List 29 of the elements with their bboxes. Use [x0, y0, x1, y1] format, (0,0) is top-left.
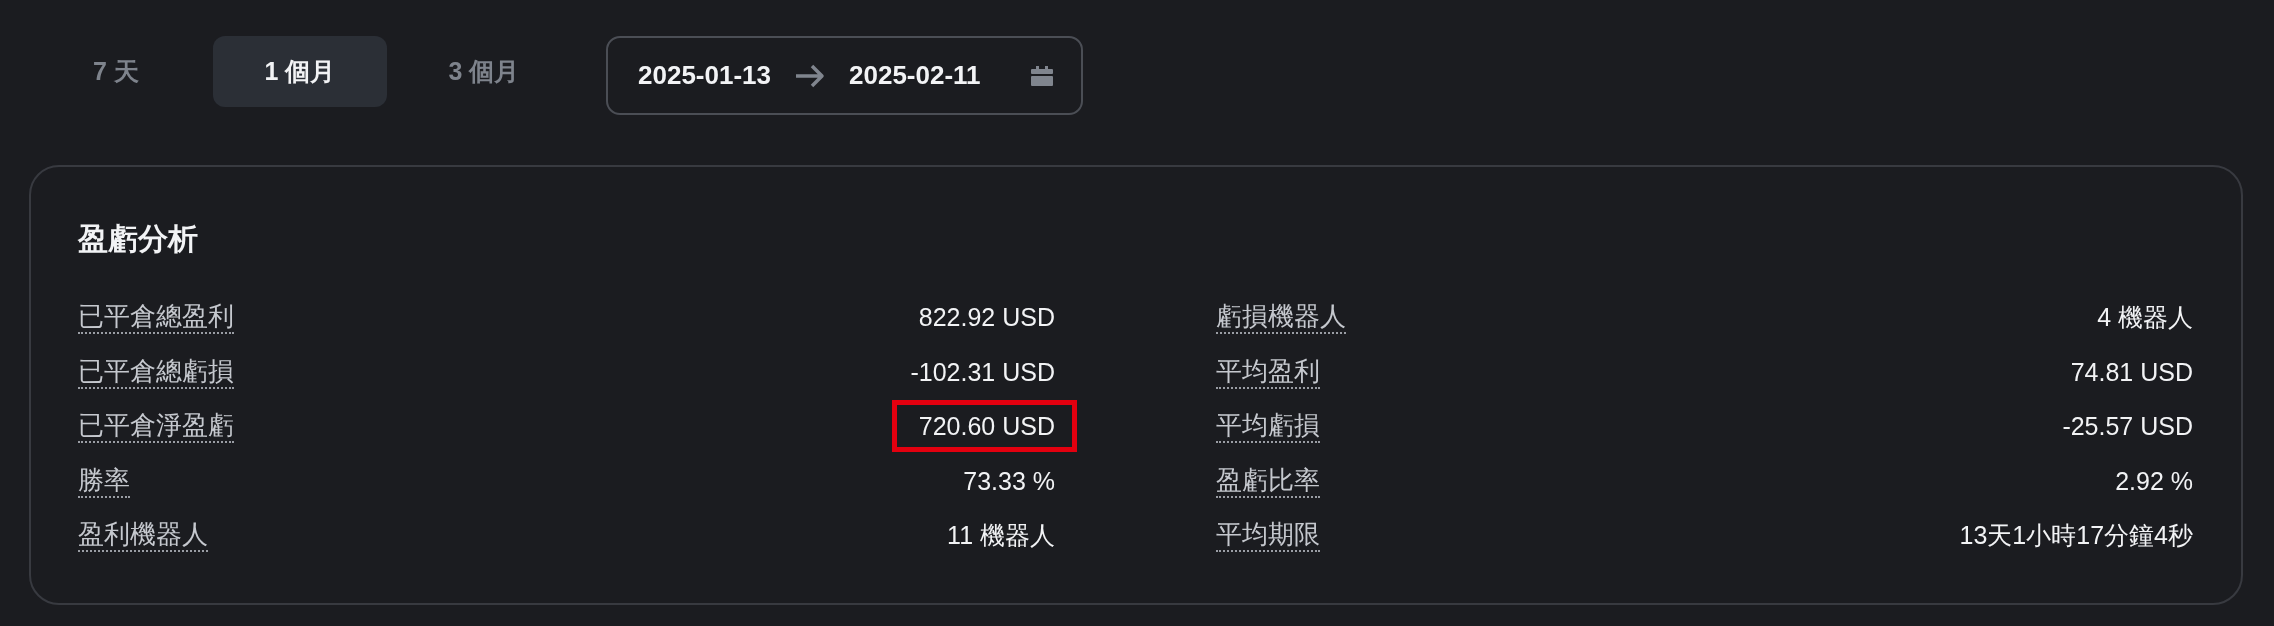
stat-label: 已平倉淨盈虧 [78, 409, 234, 444]
period-tab[interactable]: 3 個月 [397, 36, 571, 107]
period-tab[interactable]: 1 個月 [213, 36, 387, 107]
stat-value: 720.60 USD [891, 400, 1077, 453]
stat-value: 73.33 % [963, 465, 1055, 496]
card-title: 盈虧分析 [78, 221, 198, 257]
stat-label: 平均期限 [1216, 518, 1320, 553]
arrow-icon [795, 63, 825, 88]
stat-label: 虧損機器人 [1216, 300, 1346, 335]
date-range-field[interactable]: 2025-01-13 2025-02-11 [606, 36, 1083, 115]
stat-label: 平均盈利 [1216, 354, 1320, 389]
stat-value: -102.31 USD [910, 356, 1055, 387]
stat-value: -25.57 USD [2062, 411, 2193, 442]
stat-label: 盈利機器人 [78, 518, 208, 553]
stat-label: 盈虧比率 [1216, 463, 1320, 498]
stat-value: 2.92 % [2115, 465, 2193, 496]
end-date: 2025-02-11 [849, 60, 981, 91]
stat-label: 平均虧損 [1216, 409, 1320, 444]
stat-label: 已平倉總盈利 [78, 300, 234, 335]
stat-value: 822.92 USD [918, 302, 1055, 333]
calendar-icon[interactable] [1031, 65, 1053, 86]
stat-label: 勝率 [78, 463, 130, 498]
stat-label: 已平倉總虧損 [78, 354, 234, 389]
period-tab[interactable]: 7 天 [29, 36, 203, 107]
stat-value: 4 機器人 [2097, 302, 2193, 333]
start-date: 2025-01-13 [638, 60, 771, 91]
stat-value: 74.81 USD [2070, 356, 2193, 387]
stat-value: 13天1小時17分鐘4秒 [1959, 520, 2193, 551]
stat-value: 11 機器人 [947, 520, 1055, 551]
